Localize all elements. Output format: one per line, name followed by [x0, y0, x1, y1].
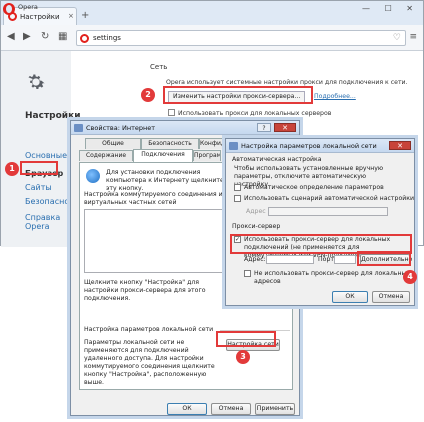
script-address-field: [268, 207, 388, 216]
proxy-description: Opera использует системные настройки про…: [166, 79, 408, 86]
use-script-label: Использовать сценарий автоматической нас…: [244, 195, 415, 202]
checkbox-box[interactable]: [168, 109, 175, 116]
internet-options-icon: [74, 124, 83, 132]
apply-button[interactable]: Применить: [255, 403, 295, 415]
step-badge-1: 1: [5, 162, 19, 176]
ok-button[interactable]: ОК: [332, 291, 368, 303]
back-icon[interactable]: ◀: [7, 31, 15, 43]
highlight-change-proxy: [163, 86, 313, 104]
dialog-title: Свойства: Интернет: [86, 124, 156, 132]
close-button[interactable]: ✕: [274, 123, 296, 132]
gear-icon: [28, 74, 45, 90]
proxy-address-label: Адрес:: [244, 256, 266, 263]
highlight-browser: [20, 161, 58, 175]
new-tab-icon[interactable]: +: [81, 11, 89, 21]
proxy-address-field[interactable]: [266, 255, 314, 264]
dialog-titlebar: Настройка параметров локальной сети ✕: [226, 139, 414, 153]
ok-button[interactable]: ОК: [167, 403, 207, 415]
step-badge-2: 2: [141, 88, 155, 102]
sidebar-item-basic[interactable]: Основные: [25, 151, 67, 160]
more-info-link[interactable]: Подробнее...: [314, 93, 356, 100]
connections-list[interactable]: [84, 209, 224, 273]
setup-text: Для установки подключения компьютера к И…: [106, 169, 224, 192]
proxy-hint: Щелкните кнопку "Настройка" для настройк…: [84, 279, 206, 302]
dialog-title: Настройка параметров локальной сети: [241, 142, 377, 150]
menu-icon[interactable]: ≡: [409, 32, 417, 42]
speed-dial-icon[interactable]: ▦: [58, 31, 67, 43]
tab-connections[interactable]: Подключения: [133, 149, 193, 162]
auto-detect-checkbox[interactable]: [234, 184, 241, 191]
title-bar: Настройки × + — ☐ ✕: [1, 1, 423, 25]
help-button[interactable]: ?: [257, 123, 271, 132]
url-text: settings: [93, 34, 121, 42]
lan-section-label: Настройка параметров локальной сети: [84, 326, 214, 333]
proxy-port-field[interactable]: [334, 255, 356, 264]
bypass-local-checkbox[interactable]: [244, 270, 251, 277]
lan-description: Параметры локальной сети не применяются …: [84, 339, 215, 386]
forward-icon[interactable]: ▶: [23, 31, 31, 43]
tab-close-icon[interactable]: ×: [68, 12, 74, 20]
tab-general[interactable]: Общие: [85, 138, 141, 149]
address-bar[interactable]: settings ♡: [76, 30, 406, 46]
local-proxy-checkbox[interactable]: Использовать прокси для локальных сервер…: [168, 109, 331, 117]
heart-icon[interactable]: ♡: [393, 33, 401, 43]
tab-security[interactable]: Безопасность: [141, 138, 199, 149]
tab-content[interactable]: Содержание: [79, 150, 133, 161]
sidebar-item-help[interactable]: Справка Opera: [25, 213, 71, 231]
sidebar-item-sites[interactable]: Сайты: [25, 183, 52, 192]
use-script-checkbox[interactable]: [234, 195, 241, 202]
lan-settings-dialog: Настройка параметров локальной сети ✕ Ав…: [225, 138, 415, 306]
cancel-button[interactable]: Отмена: [211, 403, 251, 415]
close-button[interactable]: ✕: [389, 141, 411, 150]
step-badge-3: 3: [236, 350, 250, 364]
opera-logo[interactable]: [3, 3, 15, 15]
script-address-label: Адрес: [246, 208, 266, 215]
dialog-titlebar: Свойства: Интернет ? ✕: [71, 121, 299, 135]
auto-detect-label: Автоматическое определение параметров: [244, 184, 384, 191]
tab-label: Настройки: [20, 13, 60, 21]
proxy-server-group: Прокси-сервер: [232, 223, 281, 230]
highlight-advanced: [357, 251, 411, 266]
globe-icon: [86, 169, 100, 183]
auto-config-group: Автоматическая настройка: [232, 156, 322, 163]
tab-programs[interactable]: Программы: [193, 150, 221, 161]
bypass-local-label: Не использовать прокси-сервер для локаль…: [254, 270, 411, 285]
section-title: Сеть: [150, 63, 168, 71]
app-brand-label: Opera: [18, 3, 38, 11]
dialup-label: Настройка коммутируемого соединения и ви…: [84, 191, 223, 206]
reload-icon[interactable]: ↻: [41, 31, 49, 43]
cancel-button[interactable]: Отмена: [372, 291, 410, 303]
opera-logo-icon: [80, 34, 89, 43]
checkbox-label: Использовать прокси для локальных сервер…: [178, 110, 332, 117]
settings-sidebar: Настройки Основные Браузер Сайты Безопас…: [1, 51, 83, 247]
highlight-lan-settings: [216, 331, 276, 347]
window-controls[interactable]: — ☐ ✕: [362, 4, 419, 13]
opera-logo-inner: [6, 5, 12, 13]
address-toolbar: ◀ ▶ ↻ ▦ settings ♡ ≡: [1, 25, 423, 51]
step-badge-4: 4: [403, 270, 417, 284]
network-icon: [229, 142, 238, 150]
